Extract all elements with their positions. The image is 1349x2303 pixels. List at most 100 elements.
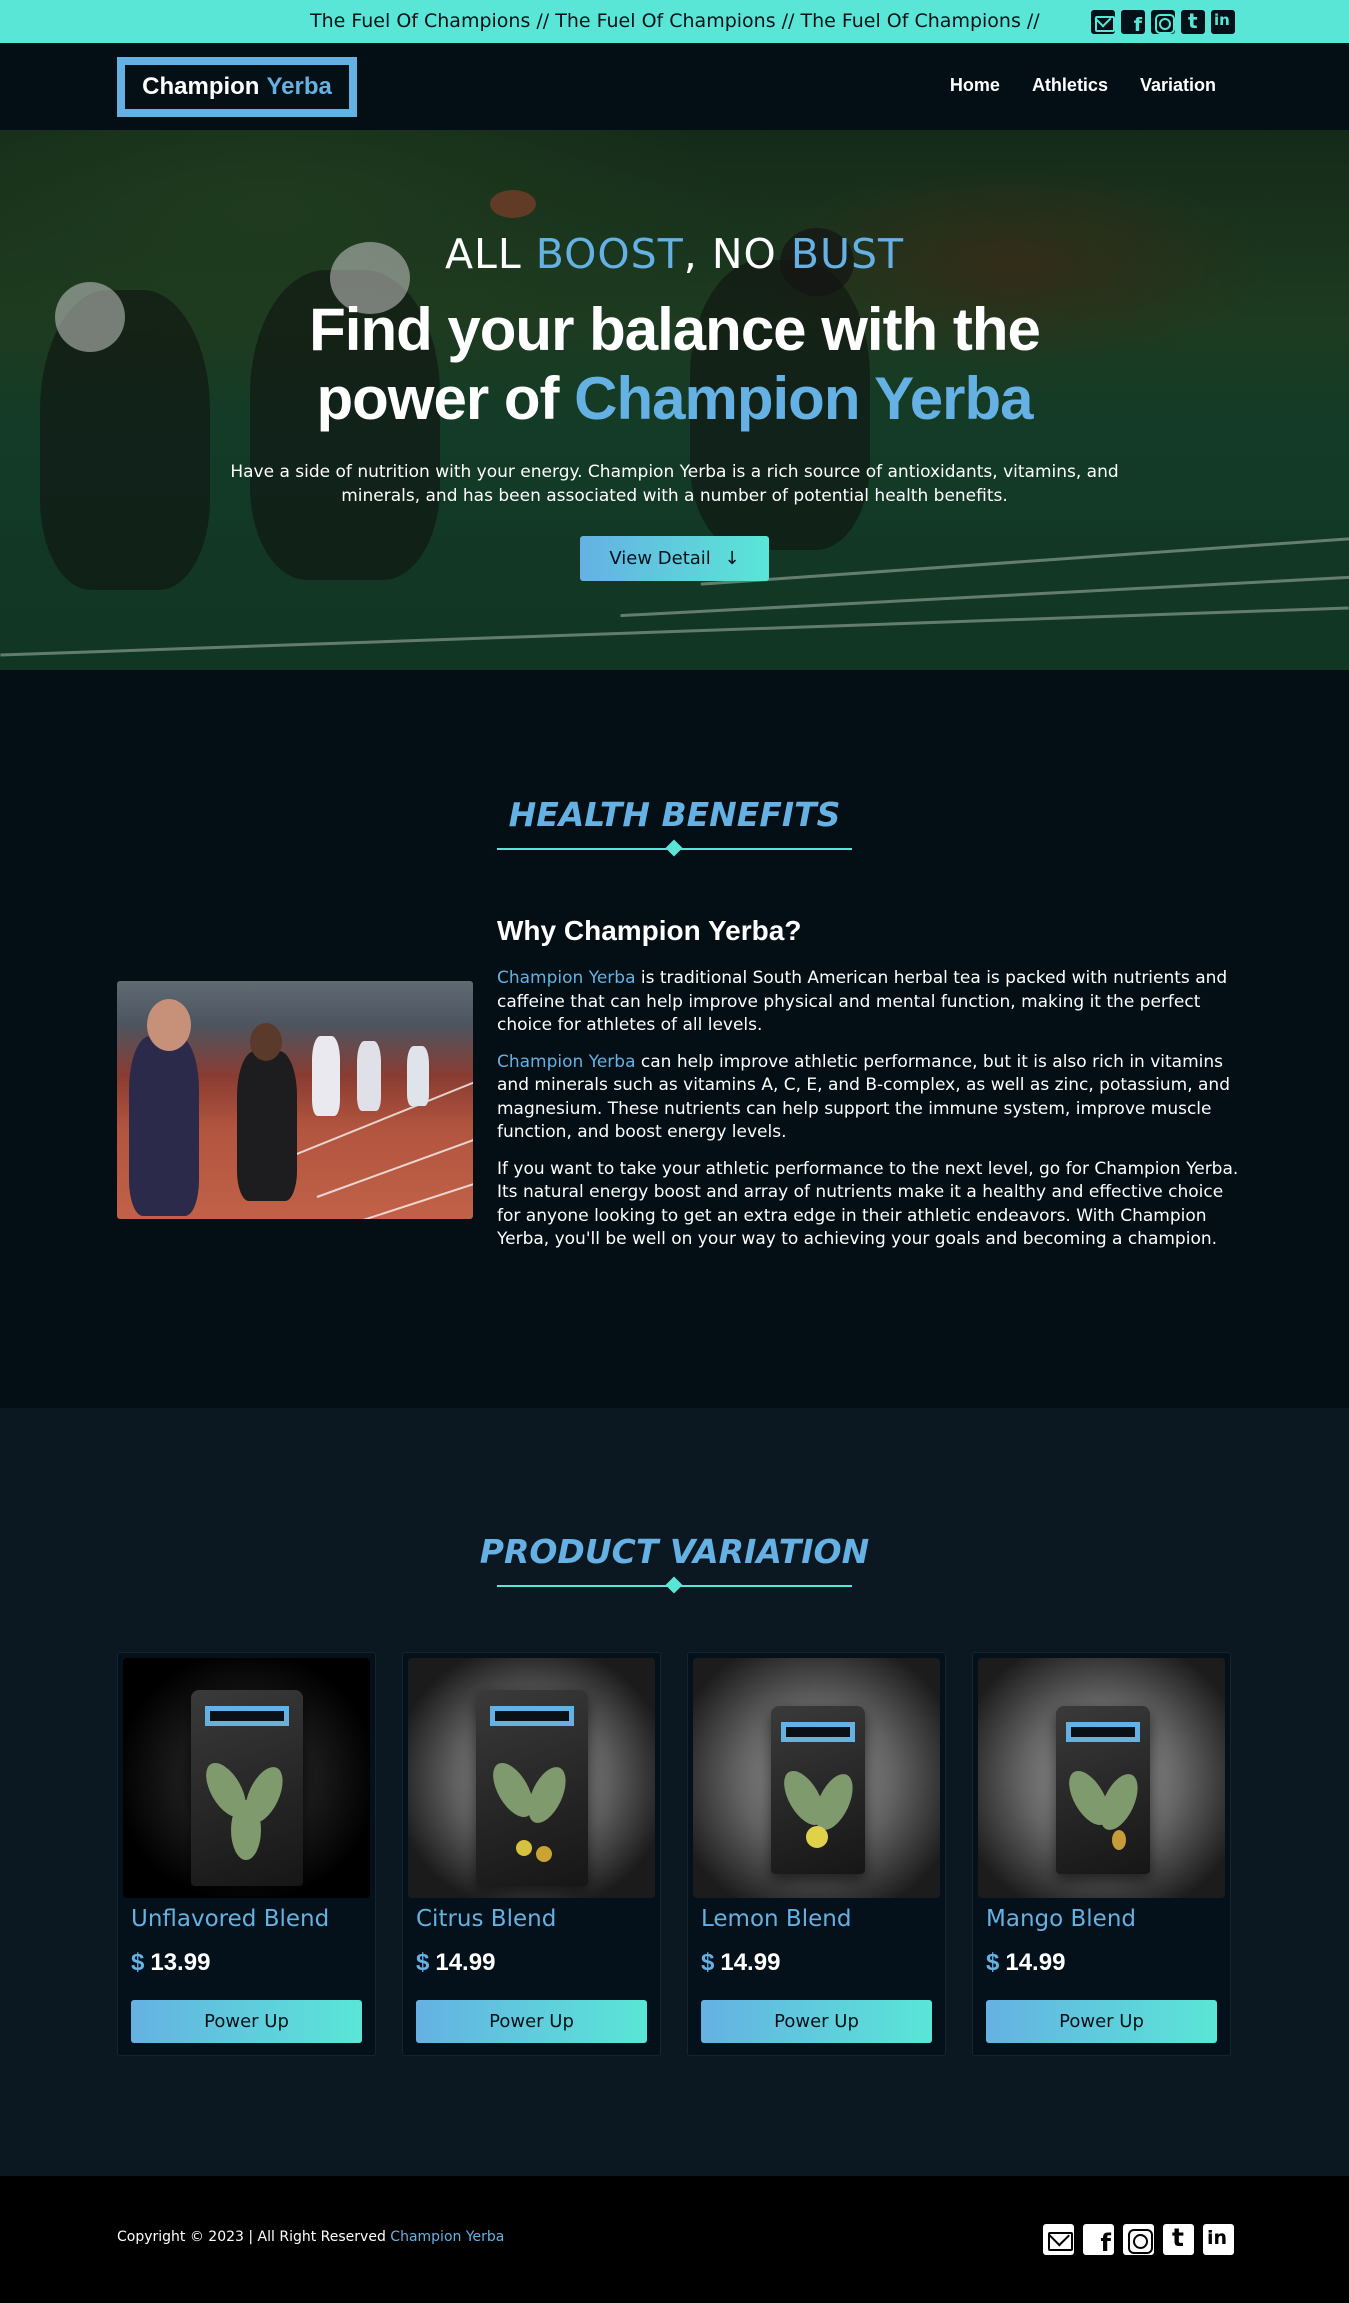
twitter-icon[interactable]	[1181, 9, 1205, 34]
nav-links: Home Athletics Variation	[950, 75, 1216, 96]
product-bag	[476, 1690, 588, 1886]
arrow-down-icon: ↓	[724, 548, 740, 569]
view-detail-button[interactable]: View Detail ↓	[580, 536, 769, 581]
power-up-button[interactable]: Power Up	[131, 2000, 362, 2043]
site-logo[interactable]: Champion Yerba	[117, 57, 357, 117]
runner-figure	[312, 1036, 340, 1116]
product-bag	[191, 1690, 303, 1886]
hero-title-line1: Find your balance with the	[309, 296, 1041, 363]
linkedin-icon[interactable]	[1203, 2224, 1234, 2255]
footer-social-links	[1043, 2223, 1234, 2257]
brand-mention: Champion Yerba	[497, 968, 636, 988]
power-up-button[interactable]: Power Up	[986, 2000, 1217, 2043]
fruit-graphic	[516, 1840, 532, 1856]
product-image	[123, 1658, 370, 1898]
product-section-header: PRODUCT VARIATION	[0, 1532, 1349, 1587]
facebook-icon[interactable]	[1083, 2224, 1114, 2257]
health-text-block: Why Champion Yerba? Champion Yerba is tr…	[497, 915, 1239, 1265]
price-value: 14.99	[1005, 1949, 1066, 1976]
runners-photo	[117, 981, 473, 1219]
view-detail-label: View Detail	[609, 548, 711, 569]
mail-icon[interactable]	[1043, 2224, 1074, 2255]
price-value: 13.99	[150, 1949, 211, 1976]
price-value: 14.99	[720, 1949, 781, 1976]
runner-head	[250, 1023, 282, 1061]
runner-figure	[129, 1036, 199, 1216]
facebook-icon[interactable]	[1121, 10, 1145, 36]
product-card: Unflavored Blend $13.99 Power Up	[117, 1652, 376, 2056]
logo-word-2: Yerba	[266, 73, 332, 100]
fruit-graphic	[1112, 1830, 1126, 1850]
health-heading: Why Champion Yerba?	[497, 915, 802, 946]
hero-tagline: ALL BOOST, NO BUST	[0, 230, 1349, 278]
product-price: $14.99	[416, 1949, 495, 1977]
bag-label	[781, 1722, 855, 1742]
health-paragraph-2: Champion Yerba can help improve athletic…	[497, 1051, 1239, 1145]
product-price: $14.99	[701, 1949, 780, 1977]
footer: Copyright © 2023 | All Right Reserved Ch…	[0, 2176, 1349, 2303]
nav-link-home[interactable]: Home	[950, 75, 1000, 96]
hero-description: Have a side of nutrition with your energ…	[230, 462, 1119, 506]
mail-icon[interactable]	[1091, 10, 1115, 34]
currency-symbol: $	[701, 1949, 715, 1976]
health-section-header: HEALTH BENEFITS	[0, 795, 1349, 850]
product-name: Mango Blend	[986, 1906, 1136, 1932]
tagline-part: , NO	[683, 230, 791, 278]
nav-link-athletics[interactable]: Athletics	[1032, 75, 1108, 96]
currency-symbol: $	[416, 1949, 430, 1976]
health-paragraph-3: If you want to take your athletic perfor…	[497, 1158, 1239, 1250]
nav-link-variation[interactable]: Variation	[1140, 75, 1216, 96]
instagram-icon[interactable]	[1123, 2224, 1154, 2255]
power-up-button[interactable]: Power Up	[701, 2000, 932, 2043]
product-price: $13.99	[131, 1949, 210, 1977]
football	[490, 190, 536, 218]
product-bag	[771, 1706, 865, 1874]
product-bag	[1056, 1706, 1150, 1874]
section-title: HEALTH BENEFITS	[508, 795, 841, 834]
product-image	[693, 1658, 940, 1898]
product-card: Mango Blend $14.99 Power Up	[972, 1652, 1231, 2056]
hero-title-brand: Champion Yerba	[574, 365, 1033, 432]
runner-figure	[407, 1046, 429, 1106]
copyright-label: Copyright © 2023 | All Right Reserved	[117, 2229, 391, 2245]
hero-title: Find your balance with the power of Cham…	[180, 295, 1169, 433]
product-name: Citrus Blend	[416, 1906, 557, 1932]
player-helmet	[55, 282, 125, 352]
marquee-text: The Fuel Of Champions // The Fuel Of Cha…	[310, 10, 1045, 32]
product-image	[408, 1658, 655, 1898]
brand-mention: Champion Yerba	[497, 1051, 636, 1072]
runner-figure	[357, 1041, 381, 1111]
logo-text: Champion Yerba	[125, 65, 349, 109]
section-title: PRODUCT VARIATION	[479, 1532, 870, 1571]
twitter-icon[interactable]	[1163, 2223, 1194, 2255]
health-paragraph-1: Champion Yerba is traditional South Amer…	[497, 967, 1239, 1038]
product-image	[978, 1658, 1225, 1898]
linkedin-icon[interactable]	[1211, 10, 1235, 34]
bag-label	[1066, 1722, 1140, 1742]
tagline-highlight: BUST	[790, 230, 905, 278]
track-lane	[316, 1107, 473, 1198]
fruit-graphic	[806, 1826, 828, 1848]
product-price: $14.99	[986, 1949, 1065, 1977]
product-name: Lemon Blend	[701, 1906, 852, 1932]
instagram-icon[interactable]	[1151, 10, 1175, 34]
currency-symbol: $	[131, 1949, 145, 1976]
leaf-graphic	[231, 1800, 261, 1860]
top-social-links	[1091, 9, 1235, 36]
fruit-graphic	[536, 1846, 552, 1862]
runner-figure	[237, 1051, 297, 1201]
product-card: Citrus Blend $14.99 Power Up	[402, 1652, 661, 2056]
product-name: Unflavored Blend	[131, 1906, 330, 1932]
tagline-part: ALL	[444, 230, 536, 278]
power-up-button[interactable]: Power Up	[416, 2000, 647, 2043]
hero-title-line2: power of	[316, 365, 575, 432]
runner-head	[147, 999, 191, 1051]
tagline-highlight: BOOST	[535, 230, 684, 278]
hero-section: ALL BOOST, NO BUST Find your balance wit…	[0, 130, 1349, 670]
section-divider	[497, 1585, 852, 1587]
bag-label	[490, 1706, 574, 1726]
footer-brand-link[interactable]: Champion Yerba	[390, 2229, 504, 2245]
price-value: 14.99	[435, 1949, 496, 1976]
track-lane	[356, 1159, 473, 1219]
top-banner: The Fuel Of Champions // The Fuel Of Cha…	[0, 0, 1349, 43]
